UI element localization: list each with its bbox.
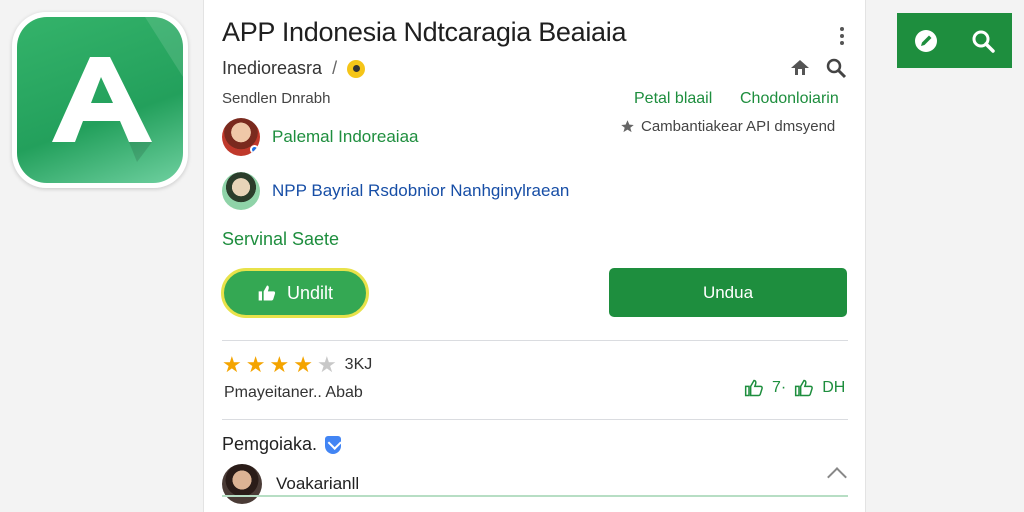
star-icon: [621, 120, 634, 133]
rating-row: ★ ★ ★ ★ ★ 3KJ: [222, 354, 372, 376]
kebab-menu-icon[interactable]: [832, 24, 852, 48]
vote-middle: 7·: [772, 379, 787, 396]
comments-title: Pemgoiaka.: [222, 434, 342, 455]
divider: [222, 495, 848, 497]
comments-title-text: Pemgoiaka.: [222, 434, 318, 454]
install-button[interactable]: Undua: [609, 268, 847, 317]
search-icon[interactable]: [824, 56, 848, 80]
developer-name[interactable]: Inedioreasra: [222, 58, 322, 79]
like-button[interactable]: Undilt: [221, 268, 369, 318]
section-label: Servinal Saete: [222, 229, 340, 249]
thumbs-up-icon[interactable]: [744, 378, 764, 398]
sub-label: Sendlen Dnrabh: [222, 90, 331, 107]
chevron-up-icon[interactable]: [827, 467, 847, 487]
verified-dot-icon: [250, 145, 259, 154]
star-icon: ★: [293, 352, 313, 377]
person-item[interactable]: NPP Bayrial Rsdobnior Nanhginylraean: [222, 172, 569, 210]
link-detail[interactable]: Petal blaail: [634, 90, 712, 108]
commenter-name: Voakarianll: [276, 474, 360, 493]
like-button-label: Undilt: [286, 282, 334, 303]
app-title: APP Indonesia Ndtcaragia Beaiaia: [222, 17, 627, 47]
rating-count: 3KJ: [344, 356, 373, 373]
star-icon: ★: [222, 352, 242, 377]
commenter-row[interactable]: Voakarianll: [222, 464, 359, 504]
avatar: [222, 172, 260, 210]
star-icon: ★: [269, 352, 290, 377]
vote-count: DH: [822, 379, 846, 396]
share-icon[interactable]: [788, 56, 812, 80]
person-name: Palemal Indoreaiaa: [272, 127, 419, 146]
developer-badge-icon: [347, 59, 366, 78]
star-icon: ★: [245, 352, 266, 377]
link-secondary[interactable]: Chodonloiarin: [740, 90, 839, 108]
developer-row: Inedioreasra /: [222, 58, 366, 79]
toolbar-search-icon[interactable]: [968, 26, 998, 56]
star-note-text: Cambantiakear API dmsyend: [641, 118, 836, 135]
install-button-label: Undua: [702, 282, 754, 302]
developer-separator: /: [332, 58, 338, 78]
app-icon: [12, 12, 188, 188]
person-item[interactable]: Palemal Indoreaiaa: [222, 118, 418, 156]
shield-icon: [325, 435, 342, 454]
thumbs-up-icon: [258, 285, 276, 301]
avatar: [222, 464, 262, 504]
app-logo-icon: [17, 17, 183, 183]
star-note: Cambantiakear API dmsyend: [620, 118, 835, 135]
app-detail-card: APP Indonesia Ndtcaragia Beaiaia Inedior…: [203, 0, 866, 512]
edit-icon[interactable]: [911, 26, 941, 56]
avatar: [222, 118, 260, 156]
thumbs-up-icon[interactable]: [794, 378, 814, 398]
star-icon: ★: [316, 352, 337, 377]
divider: [222, 340, 848, 341]
review-text: Pmayeitaner.. Abab: [224, 384, 363, 401]
header-actions: [788, 56, 848, 80]
vote-row: 7· DH: [744, 378, 845, 398]
divider: [222, 419, 848, 420]
floating-toolbar: [897, 13, 1012, 68]
person-name: NPP Bayrial Rsdobnior Nanhginylraean: [272, 181, 570, 200]
